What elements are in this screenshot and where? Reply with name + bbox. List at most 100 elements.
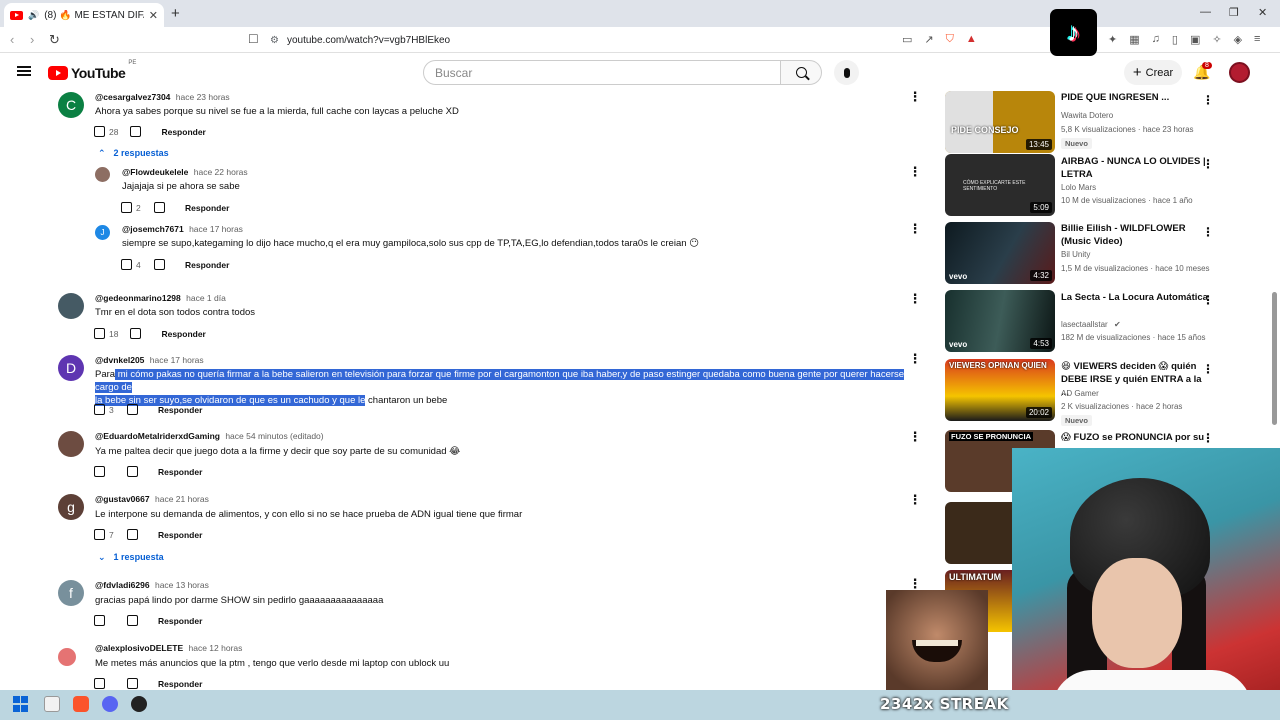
comment-author[interactable]: @gustav0667 xyxy=(95,494,150,504)
screen-icon[interactable]: ▭ xyxy=(902,33,912,46)
thumbs-up-icon[interactable] xyxy=(94,328,105,339)
ai-icon[interactable]: ✧ xyxy=(1212,33,1221,46)
share-icon[interactable]: ↗ xyxy=(924,33,933,46)
video-title[interactable]: Billie Eilish - WILDFLOWER (Music Video) xyxy=(1061,222,1209,248)
channel-name[interactable]: Lolo Mars xyxy=(1061,183,1096,192)
comment-time[interactable]: hace 12 horas xyxy=(189,643,243,653)
video-title[interactable]: PIDE QUE INGRESEN ... xyxy=(1061,91,1209,104)
comment-more-icon[interactable]: ⋮ xyxy=(908,430,922,444)
close-tab-icon[interactable]: ✕ xyxy=(149,9,158,22)
sidebar-icon[interactable]: ▯ xyxy=(1172,33,1178,46)
comment-more-icon[interactable]: ⋮ xyxy=(908,352,922,366)
video-more-icon[interactable]: ⋮ xyxy=(1202,431,1214,445)
video-title[interactable]: AIRBAG - NUNCA LO OLVIDES | LETRA xyxy=(1061,155,1209,181)
thumbs-down-icon[interactable] xyxy=(127,615,138,626)
comment-more-icon[interactable]: ⋮ xyxy=(908,222,922,236)
video-thumbnail[interactable]: PIDE CONSEJO 13:45 xyxy=(945,91,1055,153)
reply-button[interactable]: Responder xyxy=(158,467,202,477)
youtube-logo[interactable]: YouTube PE xyxy=(48,60,136,81)
speaker-icon[interactable]: 🔊 xyxy=(28,10,39,21)
channel-name[interactable]: Wawita Dotero xyxy=(1061,111,1113,120)
comment-time[interactable]: hace 23 horas xyxy=(176,92,230,102)
close-window-icon[interactable]: ✕ xyxy=(1258,6,1267,19)
reply-button[interactable]: Responder xyxy=(161,127,205,137)
comment-time[interactable]: hace 17 horas xyxy=(189,224,243,234)
avatar[interactable] xyxy=(95,167,110,182)
comment-author[interactable]: @EduardoMetalriderxdGaming xyxy=(95,431,220,441)
video-more-icon[interactable]: ⋮ xyxy=(1202,362,1214,376)
scrollbar-thumb[interactable] xyxy=(1272,292,1277,425)
avatar[interactable]: D xyxy=(58,355,84,381)
comment-more-icon[interactable]: ⋮ xyxy=(908,165,922,179)
restore-icon[interactable]: ❐ xyxy=(1229,6,1239,19)
comment-author[interactable]: @josemch7671 xyxy=(122,224,184,234)
thumbs-up-icon[interactable] xyxy=(94,529,105,540)
windows-start-icon[interactable] xyxy=(13,696,29,712)
thumbs-up-icon[interactable] xyxy=(94,466,105,477)
comment-time[interactable]: hace 54 minutos (editado) xyxy=(225,431,323,441)
comment-author[interactable]: @gedeonmarino1298 xyxy=(95,293,181,303)
thumbs-down-icon[interactable] xyxy=(127,529,138,540)
reply-button[interactable]: Responder xyxy=(161,329,205,339)
reply-button[interactable]: Responder xyxy=(158,616,202,626)
channel-name[interactable]: lasectaallstar xyxy=(1061,320,1108,329)
back-icon[interactable]: ‹ xyxy=(10,32,14,47)
minimize-icon[interactable]: — xyxy=(1200,6,1211,18)
comment-time[interactable]: hace 22 horas xyxy=(194,167,248,177)
calendar-icon[interactable]: ▦ xyxy=(1129,33,1139,46)
thumbs-down-icon[interactable] xyxy=(154,202,165,213)
thumbs-up-icon[interactable] xyxy=(94,615,105,626)
avatar[interactable]: f xyxy=(58,580,84,606)
avatar[interactable]: J xyxy=(95,225,110,240)
comment-time[interactable]: hace 13 horas xyxy=(155,580,209,590)
channel-name[interactable]: AD Gamer xyxy=(1061,389,1099,398)
reply-button[interactable]: Responder xyxy=(158,405,202,415)
discord-icon[interactable] xyxy=(102,696,118,712)
comment-author[interactable]: @cesargalvez7304 xyxy=(95,92,170,102)
video-more-icon[interactable]: ⋮ xyxy=(1202,225,1214,239)
comment-time[interactable]: hace 17 horas xyxy=(150,355,204,365)
video-thumbnail[interactable]: VIEWERS OPINAN QUIEN 20:02 xyxy=(945,359,1055,421)
thumbs-down-icon[interactable] xyxy=(127,678,138,689)
voice-search-button[interactable] xyxy=(834,60,859,85)
comment-time[interactable]: hace 21 horas xyxy=(155,494,209,504)
reply-button[interactable]: Responder xyxy=(185,203,229,213)
avatar[interactable] xyxy=(58,648,76,666)
address-bar[interactable]: ⚙ youtube.com/watch?v=vgb7HBlEkeo xyxy=(270,30,1000,50)
reload-icon[interactable]: ↻ xyxy=(49,32,60,48)
obs-icon[interactable] xyxy=(131,696,147,712)
avatar[interactable]: g xyxy=(58,494,84,520)
wallet-icon[interactable]: ▣ xyxy=(1190,33,1200,46)
thumbs-up-icon[interactable] xyxy=(94,126,105,137)
thumbs-up-icon[interactable] xyxy=(94,404,105,415)
video-more-icon[interactable]: ⋮ xyxy=(1202,293,1214,307)
comment-author[interactable]: @alexplosivoDELETE xyxy=(95,643,183,653)
url-text[interactable]: youtube.com/watch?v=vgb7HBlEkeo xyxy=(287,35,450,46)
reply-button[interactable]: Responder xyxy=(158,679,202,689)
recommended-video[interactable]: VIEWERS OPINAN QUIEN 20:02 😆 VIEWERS dec… xyxy=(943,359,1223,426)
account-avatar[interactable] xyxy=(1229,62,1250,83)
browser-tab-active[interactable]: 🔊 (8) 🔥 ME ESTAN DIFAMANDO ✕ xyxy=(4,3,164,27)
thumbs-down-icon[interactable] xyxy=(127,466,138,477)
video-title[interactable]: La Secta - La Locura Automática xyxy=(1061,291,1209,304)
replies-toggle[interactable]: ⌃ 2 respuestas xyxy=(98,148,169,159)
brave-shield-icon[interactable]: ⛉ xyxy=(946,33,954,46)
file-icon[interactable] xyxy=(44,696,60,712)
recommended-video[interactable]: CÓMO EXPLICARTE ESTE SENTIMIENTO 5:09 AI… xyxy=(943,154,1223,218)
comment-author[interactable]: @dvnkel205 xyxy=(95,355,144,365)
comment-more-icon[interactable]: ⋮ xyxy=(908,577,922,591)
comment-time[interactable]: hace 1 día xyxy=(186,293,226,303)
comment-author[interactable]: @Flowdeukelele xyxy=(122,167,188,177)
recommended-video[interactable]: PIDE CONSEJO 13:45 PIDE QUE INGRESEN ...… xyxy=(943,91,1223,155)
replies-toggle[interactable]: ⌄ 1 respuesta xyxy=(98,552,164,563)
avatar[interactable] xyxy=(58,431,84,457)
video-thumbnail[interactable]: vevo 4:53 xyxy=(945,290,1055,352)
video-thumbnail[interactable]: CÓMO EXPLICARTE ESTE SENTIMIENTO 5:09 xyxy=(945,154,1055,216)
brave-browser-icon[interactable] xyxy=(73,696,89,712)
forward-icon[interactable]: › xyxy=(30,32,34,47)
thumbs-down-icon[interactable] xyxy=(127,404,138,415)
new-tab-button[interactable]: + xyxy=(171,5,180,22)
channel-name[interactable]: Bil Unity xyxy=(1061,250,1090,259)
video-more-icon[interactable]: ⋮ xyxy=(1202,93,1214,107)
site-info-icon[interactable]: ⚙ xyxy=(270,35,279,46)
